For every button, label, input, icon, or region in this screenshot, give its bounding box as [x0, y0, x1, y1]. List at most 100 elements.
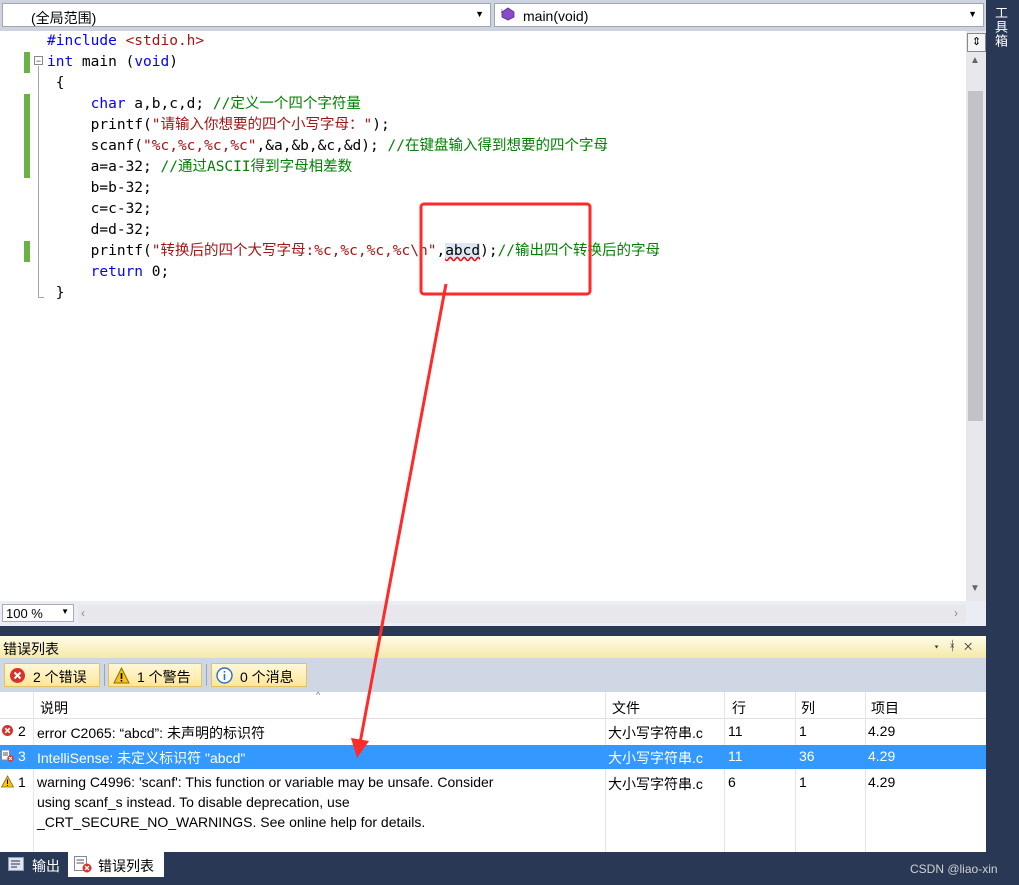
- row-line: 6: [728, 774, 736, 790]
- panel-title-bar: 错误列表 ▾ᚼ✕: [0, 636, 986, 658]
- warnings-filter-label: 1 个警告: [137, 667, 191, 687]
- zoom-value: 100 %: [6, 606, 43, 621]
- scope-dropdown-value: (全局范围): [31, 8, 96, 28]
- warning-icon: [113, 667, 130, 684]
- toolbox-tab[interactable]: 工具箱: [991, 6, 1010, 48]
- collapse-toggle[interactable]: −: [34, 56, 43, 65]
- row-number: 2: [18, 723, 26, 739]
- scroll-right-icon[interactable]: ›: [954, 606, 958, 620]
- code-line: b=b-32;: [47, 178, 152, 199]
- method-icon: ≡: [501, 7, 515, 21]
- row-file: 大小写字符串.c: [608, 723, 703, 743]
- code-line: #include <stdio.h>: [47, 31, 204, 52]
- row-column: 1: [799, 774, 807, 790]
- scroll-thumb[interactable]: [968, 91, 983, 421]
- navigation-bar: (全局范围) ▼ ≡ main(void) ▼: [0, 0, 986, 31]
- info-icon: [216, 667, 233, 684]
- tab-output-label: 输出: [32, 856, 60, 876]
- warnings-filter-button[interactable]: 1 个警告: [108, 663, 202, 687]
- column-header-file[interactable]: 文件: [612, 698, 640, 718]
- error-list-panel: 错误列表 ▾ᚼ✕ 2 个错误 1 个警告 0 个消息 ^ 说明 文件 行 列 项…: [0, 636, 986, 852]
- error-icon: [9, 667, 26, 684]
- zoom-dropdown[interactable]: 100 % ▼: [2, 604, 74, 622]
- code-line: printf("请输入你想要的四个小写字母：");: [47, 115, 390, 136]
- errors-filter-label: 2 个错误: [33, 667, 87, 687]
- error-filter-toolbar: 2 个错误 1 个警告 0 个消息: [0, 658, 986, 692]
- horizontal-scrollbar[interactable]: ‹ ›: [78, 605, 966, 623]
- code-line: c=c-32;: [47, 199, 152, 220]
- error-row[interactable]: 2 error C2065: “abcd”: 未声明的标识符 大小写字符串.c …: [0, 720, 986, 744]
- code-line: {: [47, 73, 64, 94]
- row-column: 1: [799, 723, 807, 739]
- chevron-down-icon: ▼: [968, 9, 977, 19]
- code-line: return 0;: [47, 262, 169, 283]
- row-number: 3: [18, 748, 26, 764]
- row-description-line: _CRT_SECURE_NO_WARNINGS. See online help…: [37, 812, 493, 832]
- row-line: 11: [728, 748, 743, 764]
- tab-error-list[interactable]: 错误列表: [68, 852, 164, 877]
- scroll-up-icon[interactable]: ▲: [970, 55, 980, 66]
- errors-filter-button[interactable]: 2 个错误: [4, 663, 100, 687]
- toolbar-separator: [206, 664, 207, 686]
- tab-error-list-label: 错误列表: [98, 856, 154, 876]
- vertical-scrollbar[interactable]: ⇕ ▲ ▼: [966, 31, 986, 601]
- zoom-bar: 100 % ▼ ‹ ›: [0, 601, 986, 626]
- change-marker: [24, 52, 30, 73]
- sort-indicator-icon: ^: [316, 690, 320, 700]
- error-grid-header: ^ 说明 文件 行 列 项目: [0, 692, 986, 719]
- code-line: scanf("%c,%c,%c,%c",&a,&b,&c,&d); //在键盘输…: [47, 136, 608, 157]
- error-row-selected[interactable]: 3 IntelliSense: 未定义标识符 "abcd" 大小写字符串.c 1…: [0, 745, 986, 769]
- row-column: 36: [799, 748, 815, 764]
- code-line: int main (void): [47, 52, 178, 73]
- row-description: error C2065: “abcd”: 未声明的标识符: [37, 723, 265, 743]
- warning-icon: [1, 775, 14, 788]
- error-squiggle[interactable]: abcd: [445, 243, 480, 259]
- code-line: printf("转换后的四个大写字母:%c,%c,%c,%c\n",abcd);…: [47, 241, 660, 262]
- row-project: 4.29: [868, 774, 895, 790]
- intellisense-error-icon: [1, 749, 14, 762]
- panel-controls: ▾ᚼ✕: [933, 638, 980, 653]
- column-header-column[interactable]: 列: [801, 698, 815, 718]
- row-project: 4.29: [868, 748, 895, 764]
- row-line: 11: [728, 723, 743, 739]
- split-window-icon[interactable]: ⇕: [967, 33, 986, 52]
- dropdown-icon[interactable]: ▾: [933, 638, 949, 653]
- row-file: 大小写字符串.c: [608, 748, 703, 768]
- row-number: 1: [18, 774, 26, 790]
- outline-guide-end: [38, 297, 44, 298]
- scope-dropdown[interactable]: (全局范围) ▼: [2, 3, 491, 27]
- pin-icon[interactable]: ᚼ: [948, 638, 964, 653]
- scroll-left-icon[interactable]: ‹: [81, 606, 85, 620]
- panel-title: 错误列表: [3, 639, 59, 659]
- row-project: 4.29: [868, 723, 895, 739]
- row-description-line: warning C4996: 'scanf': This function or…: [37, 772, 493, 792]
- member-dropdown[interactable]: ≡ main(void) ▼: [494, 3, 984, 27]
- messages-filter-button[interactable]: 0 个消息: [211, 663, 307, 687]
- error-list-icon: [74, 856, 92, 873]
- column-header-project[interactable]: 项目: [871, 698, 899, 718]
- indicator-margin: [0, 31, 20, 601]
- change-marker: [24, 94, 30, 178]
- column-header-line[interactable]: 行: [732, 698, 746, 718]
- scroll-down-icon[interactable]: ▼: [970, 583, 980, 594]
- outline-guide: [38, 66, 39, 298]
- warning-row[interactable]: 1 warning C4996: 'scanf': This function …: [0, 771, 986, 835]
- row-description: IntelliSense: 未定义标识符 "abcd": [37, 748, 245, 768]
- chevron-down-icon: ▼: [61, 607, 69, 616]
- code-line: }: [47, 283, 64, 304]
- bottom-tool-tabs: 输出 错误列表: [0, 852, 986, 885]
- close-icon[interactable]: ✕: [964, 638, 980, 653]
- chevron-down-icon: ▼: [475, 9, 484, 19]
- output-icon: [8, 857, 24, 871]
- row-description: warning C4996: 'scanf': This function or…: [37, 772, 493, 832]
- row-file: 大小写字符串.c: [608, 774, 703, 794]
- toolbox-strip: [986, 0, 1019, 885]
- watermark: CSDN @liao-xin: [910, 862, 998, 876]
- toolbar-separator: [104, 664, 105, 686]
- messages-filter-label: 0 个消息: [240, 667, 294, 687]
- row-description-line: using scanf_s instead. To disable deprec…: [37, 792, 493, 812]
- code-editor[interactable]: − #include <stdio.h> int main (void) { c…: [0, 31, 986, 626]
- tab-output[interactable]: 输出: [2, 852, 64, 877]
- code-line: a=a-32; //通过ASCII得到字母相差数: [47, 157, 352, 178]
- column-header-description[interactable]: 说明: [40, 698, 68, 718]
